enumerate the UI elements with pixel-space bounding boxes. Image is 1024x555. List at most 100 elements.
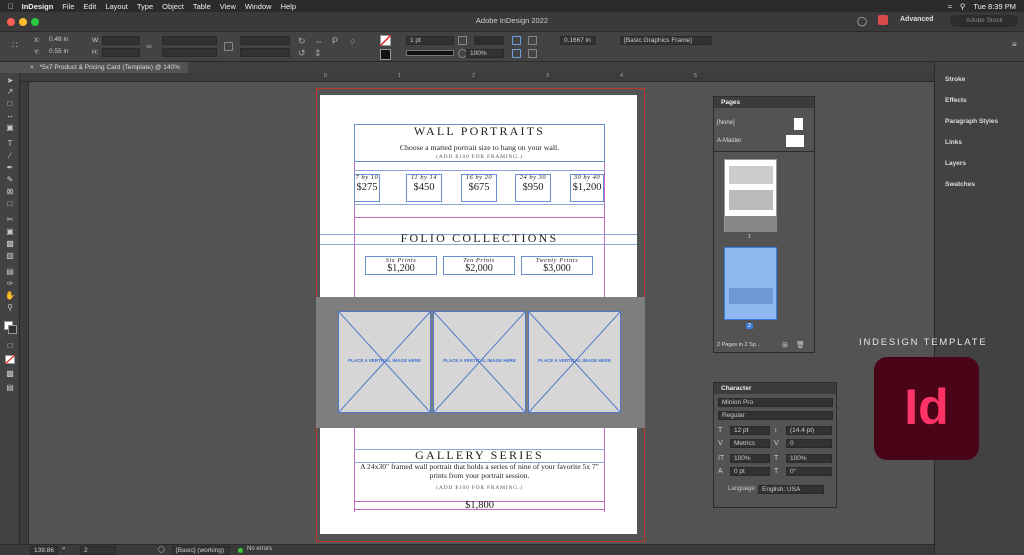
gradient-tool-icon[interactable]: ▩ <box>5 239 15 248</box>
image-placeholder-2[interactable]: PLACE A VERTICAL IMAGE HERE <box>433 311 526 413</box>
scale-x-field[interactable] <box>162 36 217 45</box>
note-tool-icon[interactable]: ▤ <box>5 267 15 276</box>
eyedropper-tool-icon[interactable]: ✑ <box>5 279 15 288</box>
type-tool-icon[interactable]: T <box>5 139 15 148</box>
rotate-cw-icon[interactable]: ↻ <box>298 36 306 47</box>
none-master-thumb[interactable] <box>794 118 803 130</box>
a-master-thumb-right[interactable] <box>795 135 804 147</box>
menu-layout[interactable]: Layout <box>105 2 128 11</box>
a-master-label[interactable]: A-Master <box>717 138 741 144</box>
image-placeholder-1[interactable]: PLACE A VERTICAL IMAGE HERE <box>338 311 431 413</box>
a-master-thumb-left[interactable] <box>786 135 795 147</box>
open-page-icon[interactable]: ◯ <box>158 546 165 553</box>
menu-window[interactable]: Window <box>245 2 272 11</box>
reference-point-icon[interactable]: ∷ <box>12 40 21 50</box>
vertical-ruler[interactable] <box>20 82 29 544</box>
dock-layers[interactable]: Layers <box>945 160 966 167</box>
menu-view[interactable]: View <box>220 2 236 11</box>
stroke-weight-field[interactable]: 1 pt <box>406 36 454 45</box>
fill-swatch-icon[interactable] <box>380 35 391 46</box>
panel-menu-icon[interactable]: ≡ <box>1012 40 1017 49</box>
formatting-container-icon[interactable]: □ <box>5 341 15 350</box>
horizontal-ruler[interactable]: 0 1 2 3 4 5 <box>20 73 934 82</box>
vertical-scale-field[interactable]: 100% <box>730 454 770 463</box>
y-field[interactable]: 0.55 in <box>46 48 86 57</box>
rectangle-tool-icon[interactable]: □ <box>5 199 15 208</box>
page-1-thumb[interactable] <box>724 159 777 232</box>
rotate-ccw-icon[interactable]: ↺ <box>298 48 306 59</box>
chain-icon[interactable]: ∞ <box>146 42 155 51</box>
apply-none-icon[interactable] <box>5 355 15 364</box>
close-tab-icon[interactable]: × <box>30 64 34 71</box>
gradient-feather-tool-icon[interactable]: ▨ <box>5 251 15 260</box>
default-stroke-icon[interactable] <box>8 325 17 334</box>
scale-y-field[interactable] <box>162 48 217 57</box>
lightbulb-icon[interactable]: ◯ <box>857 16 867 27</box>
hand-tool-icon[interactable]: ✋ <box>5 291 15 300</box>
free-transform-tool-icon[interactable]: ▣ <box>5 227 15 236</box>
text-wrap-icon[interactable] <box>512 36 521 45</box>
workspace-switcher[interactable]: Advanced <box>900 16 933 23</box>
font-family-select[interactable]: Minion Pro <box>718 398 833 407</box>
pen-tool-icon[interactable]: ✒ <box>5 163 15 172</box>
character-panel-title[interactable]: Character <box>714 383 836 394</box>
zoom-tool-icon[interactable]: ⚲ <box>5 303 15 312</box>
page-tool-icon[interactable]: □ <box>5 99 15 108</box>
screen-mode-icon[interactable]: ▤ <box>5 383 15 392</box>
adobe-stock-search[interactable]: Adobe Stock <box>950 15 1018 27</box>
stroke-type-select[interactable] <box>406 50 454 56</box>
content-collector-icon[interactable]: ▣ <box>5 123 15 132</box>
menu-edit[interactable]: Edit <box>83 2 96 11</box>
page-2-thumb[interactable] <box>724 247 777 320</box>
align-icon[interactable] <box>528 36 537 45</box>
dock-paragraph-styles[interactable]: Paragraph Styles <box>945 118 998 125</box>
share-icon[interactable] <box>878 15 888 25</box>
pencil-tool-icon[interactable]: ✎ <box>5 175 15 184</box>
preflight-status-text[interactable]: No errors <box>247 546 272 552</box>
first-page-icon[interactable]: « <box>62 546 65 552</box>
preflight-profile[interactable]: [Basic] (working) <box>172 546 230 555</box>
apple-icon[interactable]:  <box>8 2 14 11</box>
dock-links[interactable]: Links <box>945 139 962 146</box>
menu-app-name[interactable]: InDesign <box>22 2 54 11</box>
rectangle-frame-tool-icon[interactable]: ⊠ <box>5 187 15 196</box>
dimension-field[interactable]: 0.1667 in <box>560 36 596 45</box>
opacity-fx[interactable] <box>474 36 504 45</box>
w-field[interactable] <box>102 36 140 45</box>
scissors-tool-icon[interactable]: ✂ <box>5 215 15 224</box>
image-placeholder-3[interactable]: PLACE A VERTICAL IMAGE HERE <box>528 311 621 413</box>
none-master-label[interactable]: [None] <box>717 120 735 126</box>
dock-stroke[interactable]: Stroke <box>945 76 965 83</box>
normal-view-icon[interactable]: ▩ <box>5 369 15 378</box>
distribute-icon[interactable] <box>528 49 537 58</box>
opacity-field[interactable]: 100% <box>466 49 504 58</box>
rotate-field[interactable] <box>240 36 290 45</box>
search-icon[interactable]: ⚲ <box>960 2 966 11</box>
gap-tool-icon[interactable]: ↔ <box>5 111 15 120</box>
frame-fitting-icon[interactable] <box>458 36 467 45</box>
shear-field[interactable] <box>240 48 290 57</box>
select-container-icon[interactable]: P <box>332 36 338 46</box>
tracking-field[interactable]: 0 <box>786 439 832 448</box>
constrain-icon[interactable] <box>224 42 233 51</box>
document-tab[interactable]: × *5x7 Product & Pricing Card (Template)… <box>20 62 188 73</box>
page-number-field[interactable]: 2 <box>80 546 116 555</box>
delete-page-icon[interactable]: 🗑 <box>796 341 805 349</box>
menu-help[interactable]: Help <box>281 2 296 11</box>
select-content-icon[interactable]: ○ <box>350 36 355 46</box>
menu-object[interactable]: Object <box>162 2 184 11</box>
stroke-swatch-icon[interactable] <box>380 49 391 60</box>
flip-v-icon[interactable]: ⇕ <box>314 48 322 59</box>
skew-field[interactable]: 0° <box>786 467 832 476</box>
line-tool-icon[interactable]: ∕ <box>5 151 15 160</box>
menu-file[interactable]: File <box>62 2 74 11</box>
font-style-select[interactable]: Regular <box>718 411 833 420</box>
menu-type[interactable]: Type <box>137 2 153 11</box>
dock-effects[interactable]: Effects <box>945 97 967 104</box>
dock-swatches[interactable]: Swatches <box>945 181 975 188</box>
font-size-field[interactable]: 12 pt <box>730 426 770 435</box>
horizontal-scale-field[interactable]: 100% <box>786 454 832 463</box>
auto-fit-icon[interactable] <box>512 49 521 58</box>
h-field[interactable] <box>102 48 140 57</box>
wifi-icon[interactable]: ≈ <box>948 2 952 11</box>
